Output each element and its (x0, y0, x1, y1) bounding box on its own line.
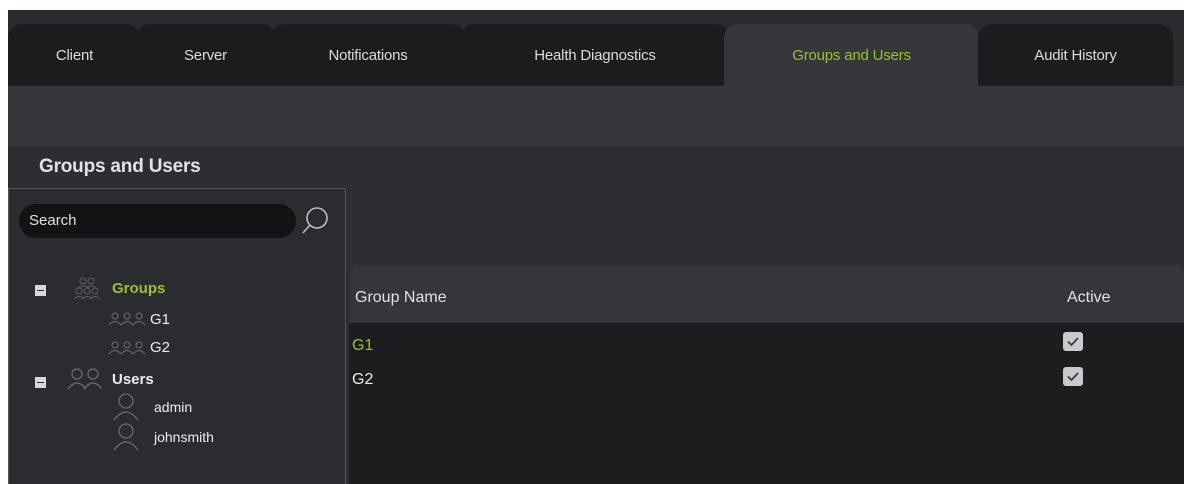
tree-group-g2[interactable]: G2 (150, 339, 170, 356)
group-icon (109, 312, 146, 326)
tree-users-label[interactable]: Users (112, 371, 154, 388)
groups-table: Group Name Active G1 G2 (349, 265, 1184, 484)
table-header: Group Name Active (349, 265, 1184, 323)
page-title: Groups and Users (39, 156, 201, 177)
active-checkbox[interactable] (1063, 367, 1083, 386)
table-row[interactable]: G2 (349, 355, 1184, 388)
tab-server[interactable]: Server (135, 24, 276, 86)
tree-group-g1[interactable]: G1 (150, 311, 170, 328)
column-header-group-name[interactable]: Group Name (355, 289, 447, 307)
cell-group-name: G2 (352, 371, 374, 388)
users-collapse-icon[interactable] (35, 377, 46, 388)
toolbar-strip (8, 86, 1184, 146)
tab-health-diagnostics[interactable]: Health Diagnostics (460, 24, 730, 86)
top-margin (0, 0, 1184, 10)
user-icon (113, 393, 139, 421)
tab-notifications[interactable]: Notifications (270, 24, 466, 86)
check-icon (1067, 337, 1079, 347)
group-icon (109, 341, 146, 355)
table-body: G1 G2 (349, 323, 1184, 484)
tree-groups-label[interactable]: Groups (112, 280, 165, 297)
search-icon[interactable] (300, 202, 336, 238)
table-row[interactable]: G1 (349, 323, 1184, 355)
check-icon (1067, 372, 1079, 382)
tab-groups-and-users[interactable]: Groups and Users (724, 24, 979, 86)
user-icon (113, 423, 139, 451)
tree-user-admin[interactable]: admin (154, 399, 192, 415)
active-checkbox[interactable] (1063, 332, 1083, 351)
cell-group-name: G1 (352, 337, 374, 354)
tab-client[interactable]: Client (8, 24, 141, 86)
tab-audit-history[interactable]: Audit History (978, 24, 1173, 86)
tree-user-johnsmith[interactable]: johnsmith (154, 429, 214, 445)
user-icon (67, 368, 103, 390)
column-header-active[interactable]: Active (1067, 289, 1111, 307)
search-input[interactable]: Search (19, 204, 296, 238)
group-icon (74, 277, 100, 300)
tab-bar: Client Server Notifications Health Diagn… (8, 10, 1184, 86)
groups-collapse-icon[interactable] (35, 285, 46, 296)
settings-window: Client Server Notifications Health Diagn… (0, 0, 1184, 484)
